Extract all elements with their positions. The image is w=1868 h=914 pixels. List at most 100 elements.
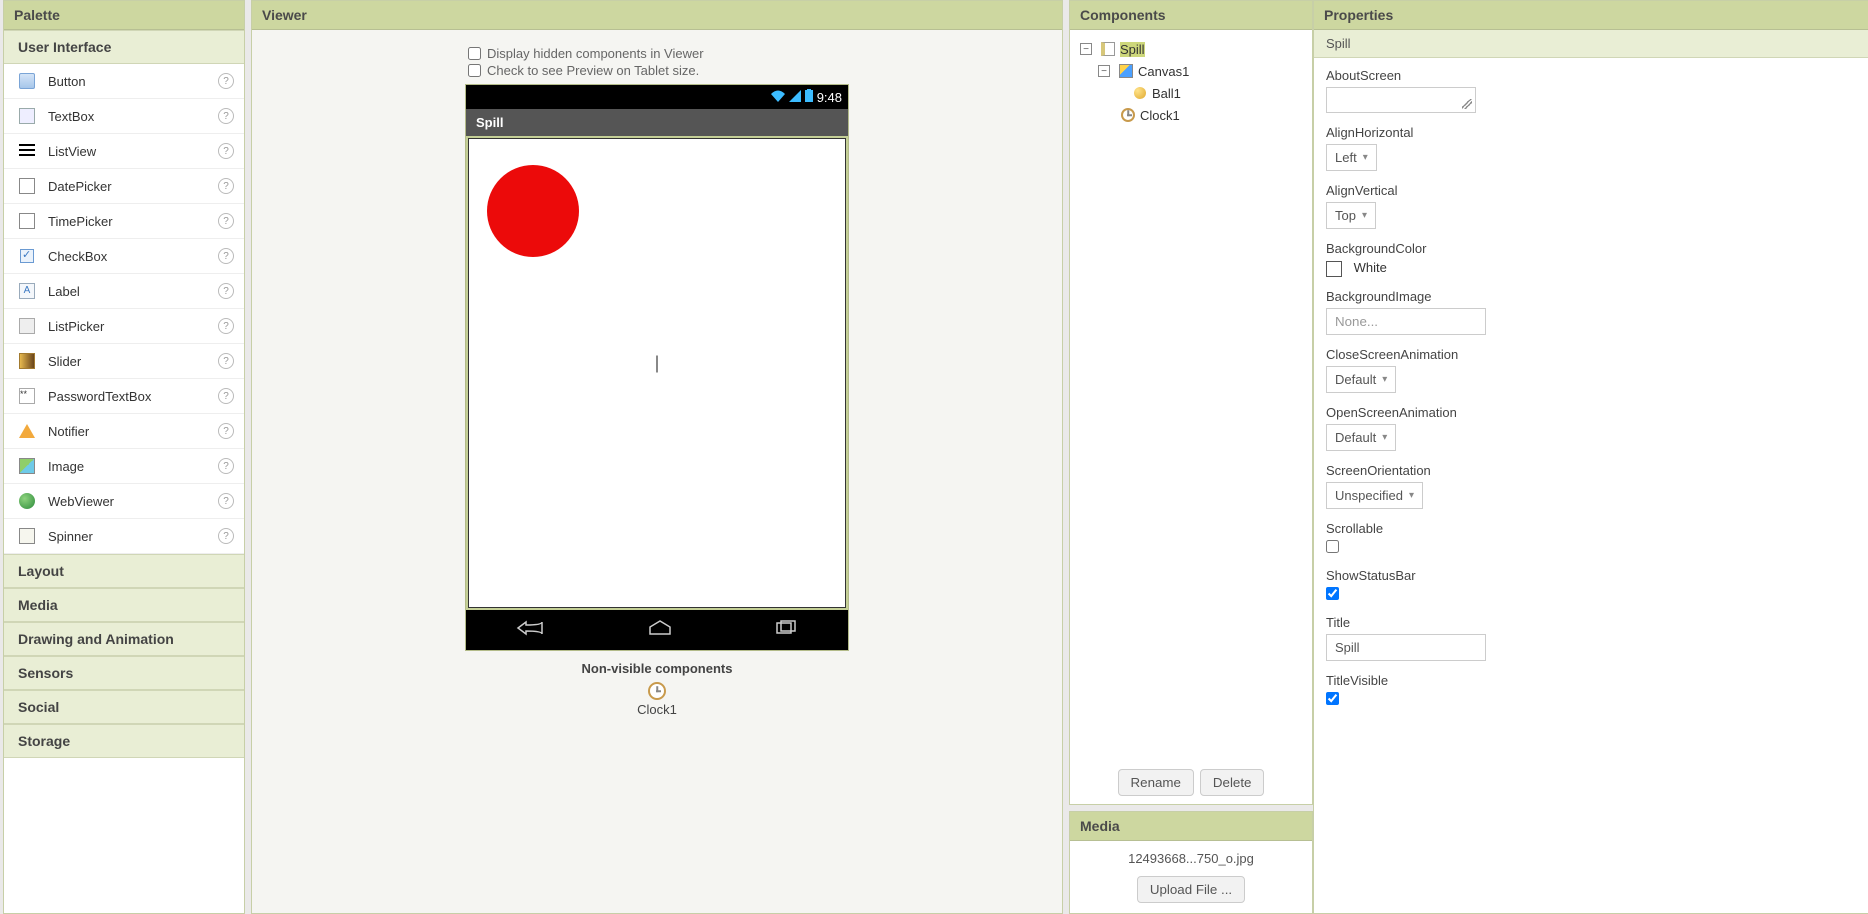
- backgroundimage-input[interactable]: [1326, 308, 1486, 335]
- help-icon[interactable]: ?: [218, 108, 234, 124]
- palette-item-timepicker[interactable]: TimePicker?: [4, 204, 244, 239]
- help-icon[interactable]: ?: [218, 213, 234, 229]
- palette-item-passwordtextbox[interactable]: **PasswordTextBox?: [4, 379, 244, 414]
- palette-item-listview[interactable]: ListView?: [4, 134, 244, 169]
- palette-item-webviewer[interactable]: WebViewer?: [4, 484, 244, 519]
- tree-item-ball[interactable]: Ball1: [1126, 82, 1304, 104]
- openscreenanimation-select[interactable]: Default: [1326, 424, 1396, 451]
- label-icon: A: [18, 282, 36, 300]
- palette-section-drawing[interactable]: Drawing and Animation: [4, 622, 244, 656]
- rename-button[interactable]: Rename: [1118, 769, 1194, 796]
- palette-item-datepicker[interactable]: DatePicker?: [4, 169, 244, 204]
- checkbox-icon: [18, 247, 36, 265]
- palette-item-label: Label: [48, 284, 80, 299]
- help-icon[interactable]: ?: [218, 143, 234, 159]
- palette-item-image[interactable]: Image?: [4, 449, 244, 484]
- alignvertical-select[interactable]: Top: [1326, 202, 1376, 229]
- prop-label-showstatusbar: ShowStatusBar: [1326, 568, 1860, 583]
- media-header: Media: [1070, 812, 1312, 841]
- collapse-icon[interactable]: −: [1080, 43, 1092, 55]
- tree-item-screen[interactable]: − Spill: [1078, 38, 1304, 60]
- notifier-icon: [18, 422, 36, 440]
- palette-panel: Palette User Interface Button? TextBox? …: [3, 0, 245, 914]
- prop-label-about: AboutScreen: [1326, 68, 1860, 83]
- palette-section-user-interface[interactable]: User Interface: [4, 30, 244, 64]
- palette-header: Palette: [4, 1, 244, 30]
- components-panel: Components − Spill − Canvas1 Ball1 Clock…: [1069, 0, 1313, 805]
- palette-item-button[interactable]: Button?: [4, 64, 244, 99]
- tree-item-canvas[interactable]: − Canvas1: [1096, 60, 1304, 82]
- backgroundcolor-picker[interactable]: White: [1326, 260, 1860, 277]
- delete-button[interactable]: Delete: [1200, 769, 1265, 796]
- titlevisible-checkbox[interactable]: [1326, 692, 1339, 705]
- palette-item-label[interactable]: A Label?: [4, 274, 244, 309]
- nonvisible-item-label: Clock1: [582, 702, 733, 717]
- wifi-icon: [771, 90, 785, 105]
- palette-item-checkbox[interactable]: CheckBox?: [4, 239, 244, 274]
- help-icon[interactable]: ?: [218, 458, 234, 474]
- help-icon[interactable]: ?: [218, 283, 234, 299]
- help-icon[interactable]: ?: [218, 353, 234, 369]
- help-icon[interactable]: ?: [218, 178, 234, 194]
- aboutscreen-input[interactable]: [1326, 87, 1476, 113]
- home-icon[interactable]: [647, 620, 673, 641]
- ball-sprite[interactable]: [487, 165, 579, 257]
- viewer-check-tablet[interactable]: Check to see Preview on Tablet size.: [468, 63, 699, 78]
- viewer-panel: Viewer Display hidden components in View…: [251, 0, 1063, 914]
- help-icon[interactable]: ?: [218, 73, 234, 89]
- help-icon[interactable]: ?: [218, 248, 234, 264]
- phone-nav-bar: [466, 610, 848, 650]
- help-icon[interactable]: ?: [218, 528, 234, 544]
- image-icon: [18, 457, 36, 475]
- back-icon[interactable]: [516, 620, 546, 641]
- closescreenanimation-select[interactable]: Default: [1326, 366, 1396, 393]
- media-file-item[interactable]: 12493668...750_o.jpg: [1080, 851, 1302, 866]
- ball-icon: [1132, 85, 1148, 101]
- alignhorizontal-select[interactable]: Left: [1326, 144, 1377, 171]
- palette-section-layout[interactable]: Layout: [4, 554, 244, 588]
- canvas-icon: [656, 356, 658, 371]
- collapse-icon[interactable]: −: [1098, 65, 1110, 77]
- palette-item-label: DatePicker: [48, 179, 112, 194]
- help-icon[interactable]: ?: [218, 423, 234, 439]
- phone-app-title: Spill: [466, 109, 848, 136]
- phone-frame[interactable]: 9:48 Spill: [465, 84, 849, 651]
- screenorientation-select[interactable]: Unspecified: [1326, 482, 1423, 509]
- viewer-check-hidden-label: Display hidden components in Viewer: [487, 46, 704, 61]
- palette-item-label: Button: [48, 74, 86, 89]
- palette-item-listpicker[interactable]: ListPicker?: [4, 309, 244, 344]
- palette-section-social[interactable]: Social: [4, 690, 244, 724]
- palette-item-label: CheckBox: [48, 249, 107, 264]
- title-input[interactable]: [1326, 634, 1486, 661]
- help-icon[interactable]: ?: [218, 318, 234, 334]
- properties-header: Properties: [1314, 1, 1868, 30]
- palette-item-slider[interactable]: Slider?: [4, 344, 244, 379]
- palette-item-notifier[interactable]: Notifier?: [4, 414, 244, 449]
- palette-item-label: Image: [48, 459, 84, 474]
- recent-icon[interactable]: [774, 620, 798, 641]
- palette-item-label: ListView: [48, 144, 96, 159]
- textbox-icon: [18, 107, 36, 125]
- upload-file-button[interactable]: Upload File ...: [1137, 876, 1245, 903]
- viewer-header: Viewer: [252, 1, 1062, 30]
- palette-section-media[interactable]: Media: [4, 588, 244, 622]
- help-icon[interactable]: ?: [218, 493, 234, 509]
- listpicker-icon: [18, 317, 36, 335]
- canvas-area[interactable]: [468, 138, 846, 608]
- palette-section-sensors[interactable]: Sensors: [4, 656, 244, 690]
- showstatusbar-checkbox[interactable]: [1326, 587, 1339, 600]
- slider-icon: [18, 352, 36, 370]
- clock-icon: [1120, 107, 1136, 123]
- palette-section-storage[interactable]: Storage: [4, 724, 244, 758]
- tree-item-clock[interactable]: Clock1: [1114, 104, 1304, 126]
- palette-item-spinner[interactable]: Spinner?: [4, 519, 244, 554]
- palette-item-textbox[interactable]: TextBox?: [4, 99, 244, 134]
- palette-ui-list: Button? TextBox? ListView? DatePicker? T…: [4, 64, 244, 554]
- listview-icon: [18, 142, 36, 160]
- scrollable-checkbox[interactable]: [1326, 540, 1339, 553]
- properties-subject: Spill: [1314, 30, 1868, 58]
- help-icon[interactable]: ?: [218, 388, 234, 404]
- palette-item-label: TextBox: [48, 109, 94, 124]
- viewer-check-hidden[interactable]: Display hidden components in Viewer: [468, 46, 704, 61]
- nonvisible-item-clock[interactable]: Clock1: [582, 682, 733, 717]
